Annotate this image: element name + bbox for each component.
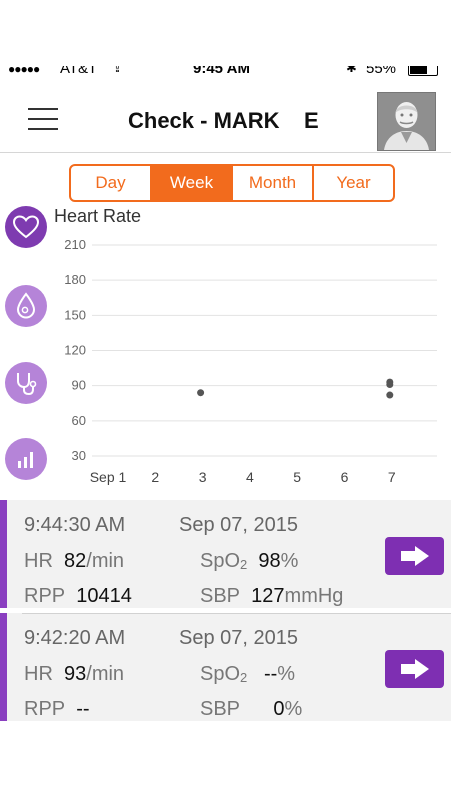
record-detail-button[interactable] [385,650,444,688]
hr-value: 82 [64,550,87,572]
data-point[interactable] [197,389,205,397]
sbp-row: SBP 127mmHg [200,585,343,608]
record-time: 9:44:30 AM [24,514,126,536]
spo2-row: SpO2 --% [200,663,295,686]
spo2-unit: % [280,550,299,572]
sbp-row: SBP 0% [200,698,302,721]
y-tick-label: 180 [64,272,86,287]
record-date: Sep 07, 2015 [179,514,298,536]
x-tick-label: 5 [293,469,301,485]
x-tick-label: 3 [199,469,207,485]
record-accent-bar [0,613,7,721]
hr-row: HR 93/min [24,663,124,686]
spo2-value: -- [263,663,278,685]
y-tick-label: 60 [72,413,86,428]
sbp-unit: mmHg [284,585,344,607]
sbp-value: 127 [251,585,285,607]
sbp-unit: % [284,698,303,720]
heart-rate-chart: 210 180 150 120 90 60 30 Sep 1 2 3 4 5 6 7 [64,237,437,485]
spo2-value: 98 [258,550,281,572]
spo2-unit: % [277,663,296,685]
hr-label: HR [24,550,53,572]
record-date: Sep 07, 2015 [179,627,298,649]
spo2-label: SpO2 [200,550,248,572]
hr-unit: /min [86,663,125,685]
y-tick-label: 30 [72,448,86,463]
hr-value: 93 [64,663,87,685]
record-time: 9:42:20 AM [24,627,126,649]
rpp-label: RPP [24,585,66,607]
x-tick-label: 2 [151,469,159,485]
data-point[interactable] [386,380,394,388]
x-tick-label: Sep 1 [90,469,127,485]
hr-row: HR 82/min [24,550,124,573]
y-tick-label: 210 [64,237,86,252]
rpp-row: RPP 10414 [24,585,132,608]
arrow-right-icon [400,546,429,566]
rpp-label: RPP [24,698,66,720]
rpp-row: RPP -- [24,698,90,721]
hr-unit: /min [86,550,125,572]
sbp-label: SBP [200,585,241,607]
rpp-value: 10414 [76,585,132,607]
record-detail-button[interactable] [385,537,444,575]
rpp-value: -- [76,698,90,720]
spo2-label: SpO2 [200,663,248,685]
hr-label: HR [24,663,53,685]
card-divider [22,613,451,614]
record-accent-bar [0,500,7,608]
sbp-value: 0 [273,698,285,720]
data-point[interactable] [386,391,394,399]
sbp-label: SBP [200,698,241,720]
x-tick-label: 6 [341,469,349,485]
x-tick-label: 7 [388,469,396,485]
record-card: 9:44:30 AM Sep 07, 2015 HR 82/min SpO2 9… [0,500,451,608]
arrow-right-icon [400,659,429,679]
record-card: 9:42:20 AM Sep 07, 2015 HR 93/min SpO2 -… [0,613,451,721]
y-tick-label: 120 [64,343,86,358]
y-tick-label: 150 [64,307,86,322]
y-tick-label: 90 [72,378,86,393]
x-tick-label: 4 [246,469,254,485]
spo2-row: SpO2 98% [200,550,298,573]
